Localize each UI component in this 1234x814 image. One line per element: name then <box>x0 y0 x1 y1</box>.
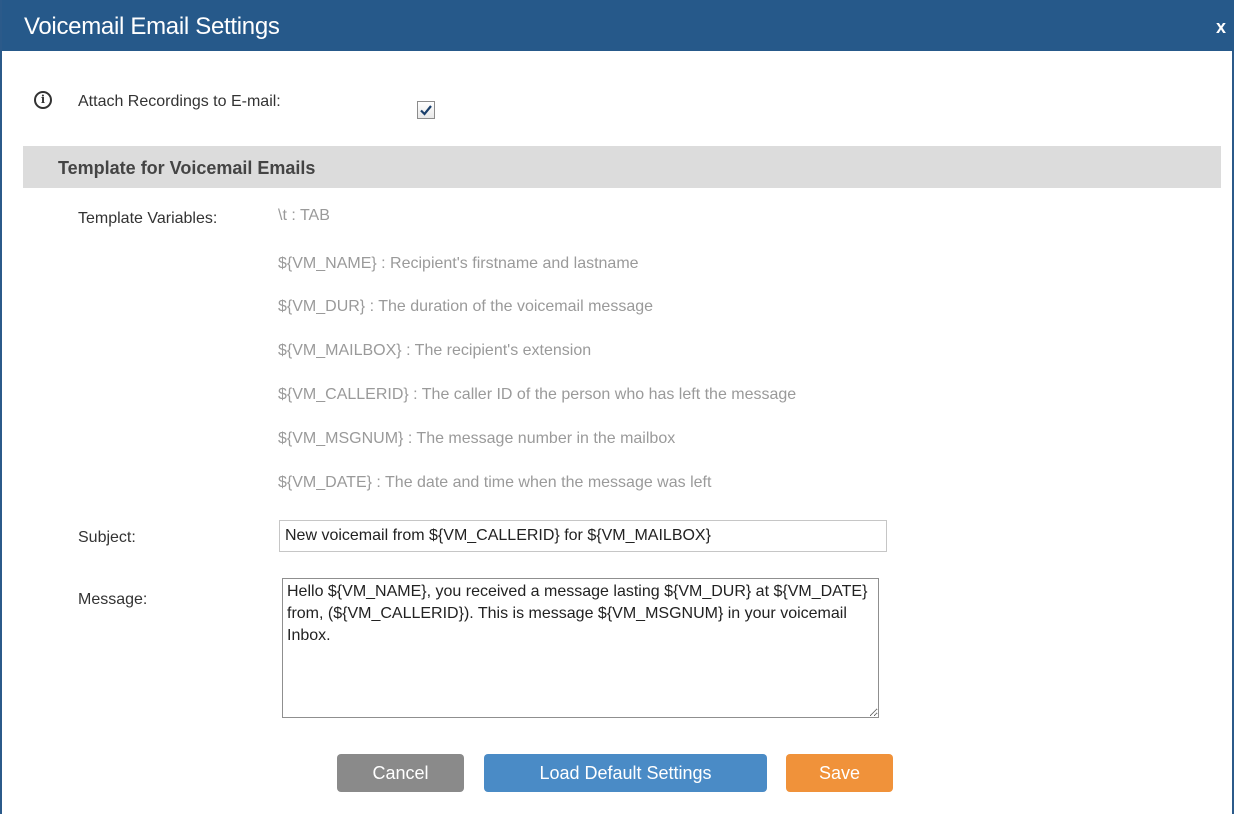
subject-label: Subject: <box>78 529 136 546</box>
template-variable: \t : TAB <box>278 207 330 224</box>
message-textarea[interactable]: Hello ${VM_NAME}, you received a message… <box>282 578 879 718</box>
close-icon[interactable]: x <box>1216 17 1226 38</box>
attach-recordings-label: Attach Recordings to E-mail: <box>78 93 281 110</box>
attach-recordings-checkbox[interactable] <box>417 101 435 119</box>
dialog-title: Voicemail Email Settings <box>24 13 280 40</box>
template-variable: ${VM_MSGNUM} : The message number in the… <box>278 430 676 447</box>
voicemail-email-settings-dialog: Voicemail Email Settings x i Attach Reco… <box>0 0 1234 814</box>
template-section-header: Template for Voicemail Emails <box>23 146 1221 188</box>
template-variables-label: Template Variables: <box>78 210 218 227</box>
template-variable: ${VM_DATE} : The date and time when the … <box>278 474 712 491</box>
subject-input[interactable] <box>279 520 887 552</box>
template-variable: ${VM_MAILBOX} : The recipient's extensio… <box>278 342 592 359</box>
dialog-titlebar: Voicemail Email Settings x <box>2 0 1234 51</box>
template-variable: ${VM_CALLERID} : The caller ID of the pe… <box>278 386 797 403</box>
load-default-settings-button[interactable]: Load Default Settings <box>484 754 767 792</box>
template-variable: ${VM_NAME} : Recipient's firstname and l… <box>278 255 639 272</box>
section-title: Template for Voicemail Emails <box>58 158 316 178</box>
info-icon[interactable]: i <box>34 91 52 109</box>
message-label: Message: <box>78 591 148 608</box>
checkmark-icon <box>420 105 432 116</box>
cancel-button[interactable]: Cancel <box>337 754 464 792</box>
save-button[interactable]: Save <box>786 754 893 792</box>
template-variable: ${VM_DUR} : The duration of the voicemai… <box>278 298 654 315</box>
